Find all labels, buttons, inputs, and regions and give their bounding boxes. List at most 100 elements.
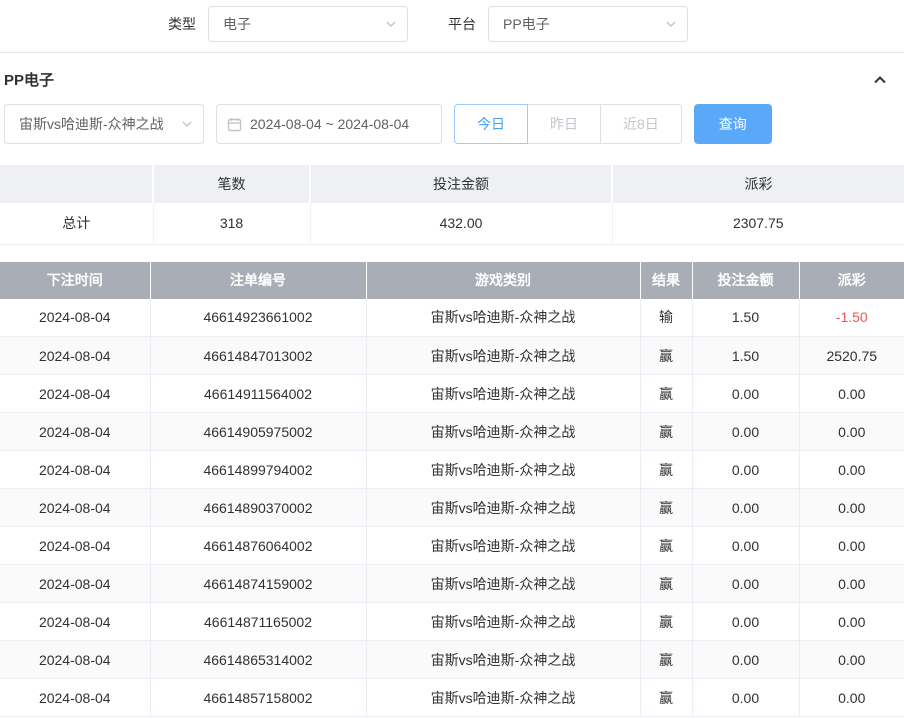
header-bet-amount: 投注金额 bbox=[692, 262, 799, 299]
cell-result: 赢 bbox=[640, 451, 692, 489]
header-order-id: 注单编号 bbox=[150, 262, 366, 299]
section-title: PP电子 bbox=[4, 69, 54, 90]
cell-bet-amount: 1.50 bbox=[692, 299, 799, 337]
cell-bet-amount: 0.00 bbox=[692, 603, 799, 641]
summary-header-payout: 派彩 bbox=[612, 165, 904, 203]
cell-payout: 0.00 bbox=[799, 375, 904, 413]
cell-bet-time: 2024-08-04 bbox=[0, 337, 150, 375]
header-result: 结果 bbox=[640, 262, 692, 299]
cell-result: 赢 bbox=[640, 413, 692, 451]
chevron-down-icon bbox=[181, 118, 193, 130]
cell-payout: 0.00 bbox=[799, 603, 904, 641]
cell-order-id: 46614871165002 bbox=[150, 603, 366, 641]
cell-result: 赢 bbox=[640, 679, 692, 717]
cell-payout: 0.00 bbox=[799, 413, 904, 451]
cell-bet-time: 2024-08-04 bbox=[0, 641, 150, 679]
cell-order-id: 46614911564002 bbox=[150, 375, 366, 413]
cell-bet-time: 2024-08-04 bbox=[0, 603, 150, 641]
quick-date-button-group: 今日 昨日 近8日 bbox=[454, 104, 682, 144]
cell-bet-amount: 0.00 bbox=[692, 641, 799, 679]
type-select[interactable]: 电子 bbox=[208, 6, 408, 42]
type-label: 类型 bbox=[168, 14, 196, 34]
cell-bet-time: 2024-08-04 bbox=[0, 679, 150, 717]
cell-bet-amount: 0.00 bbox=[692, 679, 799, 717]
page: 类型 电子 平台 PP电子 PP电子 宙斯vs哈迪斯-众神之战 bbox=[0, 0, 904, 719]
cell-game-type: 宙斯vs哈迪斯-众神之战 bbox=[366, 679, 640, 717]
cell-bet-time: 2024-08-04 bbox=[0, 489, 150, 527]
chevron-down-icon bbox=[665, 18, 677, 30]
summary-total-label: 总计 bbox=[0, 203, 153, 244]
cell-bet-amount: 1.50 bbox=[692, 337, 799, 375]
header-payout: 派彩 bbox=[799, 262, 904, 299]
cell-bet-amount: 0.00 bbox=[692, 527, 799, 565]
cell-payout: 0.00 bbox=[799, 527, 904, 565]
summary-total-count: 318 bbox=[153, 203, 310, 244]
cell-order-id: 46614874159002 bbox=[150, 565, 366, 603]
cell-payout: -1.50 bbox=[799, 299, 904, 337]
yesterday-button[interactable]: 昨日 bbox=[527, 104, 601, 144]
cell-order-id: 46614923661002 bbox=[150, 299, 366, 337]
cell-result: 输 bbox=[640, 299, 692, 337]
table-row: 2024-08-04 46614857158002 宙斯vs哈迪斯-众神之战 赢… bbox=[0, 679, 904, 717]
cell-bet-time: 2024-08-04 bbox=[0, 375, 150, 413]
cell-order-id: 46614876064002 bbox=[150, 527, 366, 565]
table-row: 2024-08-04 46614865314002 宙斯vs哈迪斯-众神之战 赢… bbox=[0, 641, 904, 679]
top-filter-bar: 类型 电子 平台 PP电子 bbox=[0, 0, 904, 53]
cell-game-type: 宙斯vs哈迪斯-众神之战 bbox=[366, 451, 640, 489]
cell-payout: 0.00 bbox=[799, 641, 904, 679]
cell-payout: 0.00 bbox=[799, 489, 904, 527]
cell-result: 赢 bbox=[640, 603, 692, 641]
cell-game-type: 宙斯vs哈迪斯-众神之战 bbox=[366, 489, 640, 527]
cell-result: 赢 bbox=[640, 375, 692, 413]
chevron-up-icon[interactable] bbox=[872, 72, 888, 88]
calendar-icon bbox=[227, 117, 242, 132]
cell-bet-time: 2024-08-04 bbox=[0, 527, 150, 565]
date-range-value: 2024-08-04 ~ 2024-08-04 bbox=[250, 116, 409, 132]
cell-result: 赢 bbox=[640, 641, 692, 679]
cell-game-type: 宙斯vs哈迪斯-众神之战 bbox=[366, 337, 640, 375]
cell-result: 赢 bbox=[640, 527, 692, 565]
table-row: 2024-08-04 46614847013002 宙斯vs哈迪斯-众神之战 赢… bbox=[0, 337, 904, 375]
chevron-down-icon bbox=[385, 18, 397, 30]
today-button[interactable]: 今日 bbox=[454, 104, 528, 144]
summary-header-row: 笔数 投注金额 派彩 bbox=[0, 165, 904, 203]
search-button[interactable]: 查询 bbox=[694, 104, 772, 144]
game-select[interactable]: 宙斯vs哈迪斯-众神之战 bbox=[4, 104, 204, 144]
cell-game-type: 宙斯vs哈迪斯-众神之战 bbox=[366, 603, 640, 641]
header-bet-time: 下注时间 bbox=[0, 262, 150, 299]
cell-result: 赢 bbox=[640, 489, 692, 527]
platform-label: 平台 bbox=[448, 14, 476, 34]
section-header: PP电子 bbox=[0, 53, 904, 104]
cell-game-type: 宙斯vs哈迪斯-众神之战 bbox=[366, 413, 640, 451]
cell-result: 赢 bbox=[640, 337, 692, 375]
cell-payout: 0.00 bbox=[799, 565, 904, 603]
type-select-value: 电子 bbox=[223, 14, 251, 34]
cell-bet-amount: 0.00 bbox=[692, 565, 799, 603]
toolbar: 宙斯vs哈迪斯-众神之战 2024-08-04 ~ 2024-08-04 今日 … bbox=[0, 104, 904, 144]
table-row: 2024-08-04 46614911564002 宙斯vs哈迪斯-众神之战 赢… bbox=[0, 375, 904, 413]
cell-order-id: 46614847013002 bbox=[150, 337, 366, 375]
cell-result: 赢 bbox=[640, 565, 692, 603]
bet-table-body: 2024-08-04 46614923661002 宙斯vs哈迪斯-众神之战 输… bbox=[0, 299, 904, 717]
cell-payout: 2520.75 bbox=[799, 337, 904, 375]
cell-game-type: 宙斯vs哈迪斯-众神之战 bbox=[366, 565, 640, 603]
cell-bet-time: 2024-08-04 bbox=[0, 565, 150, 603]
platform-select[interactable]: PP电子 bbox=[488, 6, 688, 42]
cell-order-id: 46614899794002 bbox=[150, 451, 366, 489]
bet-table: 下注时间 注单编号 游戏类别 结果 投注金额 派彩 2024-08-04 466… bbox=[0, 262, 904, 718]
table-row: 2024-08-04 46614876064002 宙斯vs哈迪斯-众神之战 赢… bbox=[0, 527, 904, 565]
summary-header-blank bbox=[0, 165, 153, 203]
cell-bet-amount: 0.00 bbox=[692, 413, 799, 451]
summary-total-row: 总计 318 432.00 2307.75 bbox=[0, 203, 904, 244]
table-row: 2024-08-04 46614871165002 宙斯vs哈迪斯-众神之战 赢… bbox=[0, 603, 904, 641]
table-row: 2024-08-04 46614890370002 宙斯vs哈迪斯-众神之战 赢… bbox=[0, 489, 904, 527]
summary-table: 笔数 投注金额 派彩 总计 318 432.00 2307.75 bbox=[0, 165, 904, 245]
header-game-type: 游戏类别 bbox=[366, 262, 640, 299]
cell-order-id: 46614865314002 bbox=[150, 641, 366, 679]
last-8-days-button[interactable]: 近8日 bbox=[600, 104, 682, 144]
cell-bet-time: 2024-08-04 bbox=[0, 299, 150, 337]
cell-game-type: 宙斯vs哈迪斯-众神之战 bbox=[366, 527, 640, 565]
cell-bet-amount: 0.00 bbox=[692, 451, 799, 489]
date-range-picker[interactable]: 2024-08-04 ~ 2024-08-04 bbox=[216, 104, 442, 144]
table-row: 2024-08-04 46614923661002 宙斯vs哈迪斯-众神之战 输… bbox=[0, 299, 904, 337]
